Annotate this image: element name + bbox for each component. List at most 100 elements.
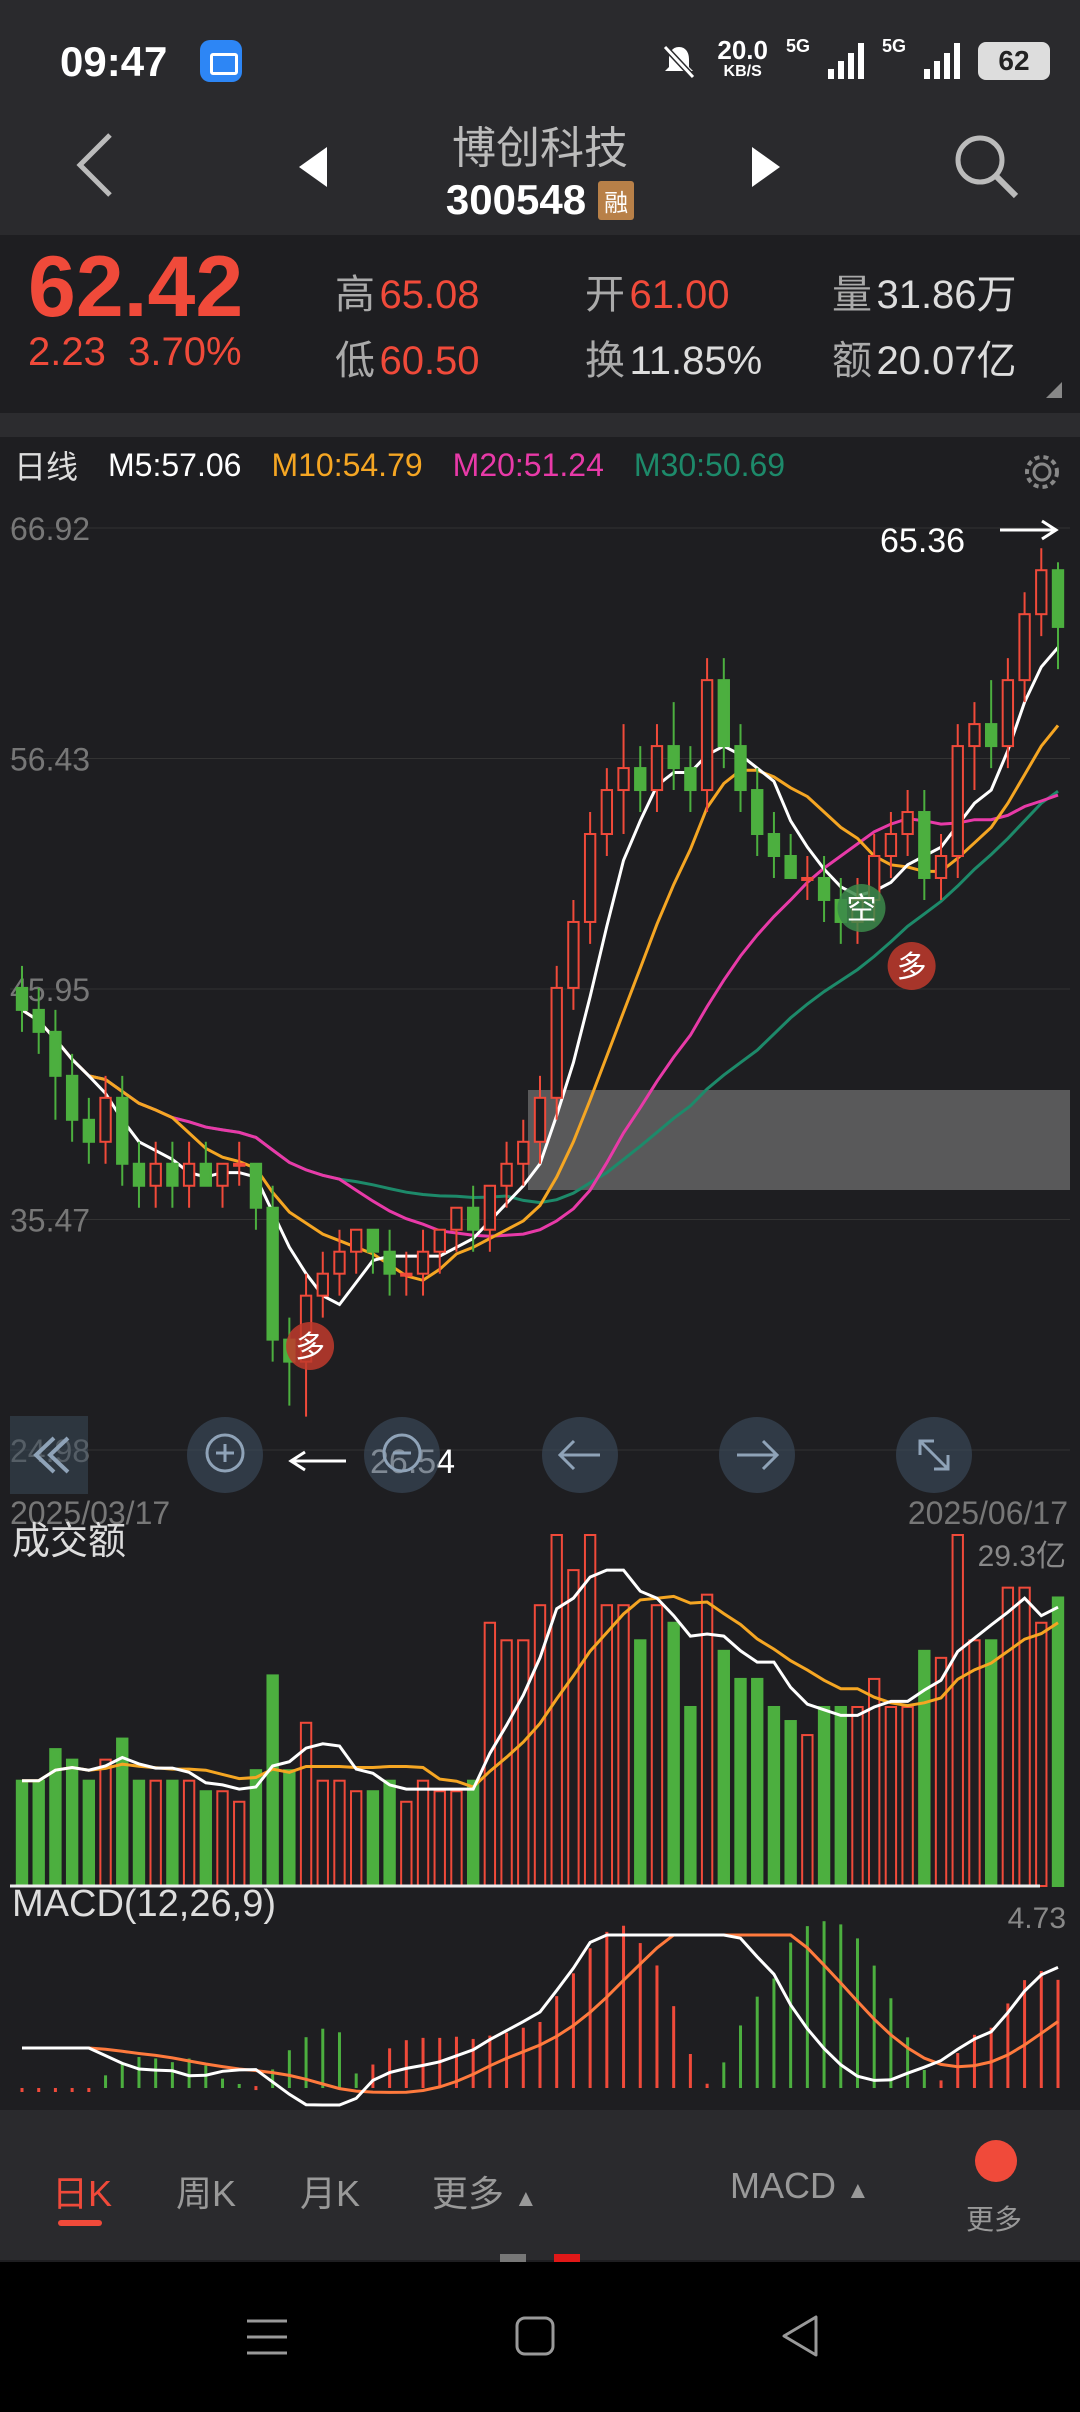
candle-body (650, 745, 664, 792)
candle-body (416, 1250, 430, 1275)
candle-body (249, 1162, 263, 1209)
tab-daily-k[interactable]: 日K (52, 2165, 112, 2217)
volume-bar (216, 1790, 229, 1887)
candle-body (801, 876, 814, 881)
ma-line-m10 (21, 724, 1060, 1282)
candle-body (483, 1184, 497, 1231)
macd-histogram-bar (87, 2088, 91, 2092)
volume-title: 成交额 (12, 1521, 126, 1563)
x-end-label: 2025/06/17 (908, 1495, 1068, 1531)
macd-histogram-bar (170, 2062, 174, 2088)
volume-bar (400, 1800, 413, 1888)
macd-histogram-bar (722, 2062, 726, 2088)
tab-monthly-k[interactable]: 月K (300, 2165, 360, 2217)
search-icon[interactable] (950, 130, 1022, 202)
volume-bar (1018, 1586, 1031, 1888)
volume-bar (634, 1639, 647, 1888)
bottom-tab-bar (0, 2110, 1080, 2260)
stock-name: 博创科技 (452, 124, 628, 173)
signal-text: 多 (897, 951, 927, 984)
macd-histogram-bar (705, 2083, 709, 2088)
macd-histogram-bar (772, 1978, 776, 2088)
tab-weekly-k[interactable]: 周K (176, 2165, 236, 2217)
candle-body (1035, 569, 1048, 616)
candle-body (199, 1162, 212, 1187)
volume-bar (884, 1705, 898, 1887)
candle-body (567, 920, 580, 989)
macd-histogram-bar (889, 1998, 893, 2088)
macd-histogram-bar (120, 2063, 124, 2088)
volume-bar (82, 1779, 96, 1887)
volume-bar (901, 1705, 914, 1887)
zoom-out-button[interactable] (364, 1417, 440, 1493)
volume-bar (968, 1639, 981, 1888)
candle-body (700, 679, 714, 792)
turnover-field: 换 11.85% (585, 339, 763, 383)
macd-histogram-bar (972, 2034, 976, 2088)
candle-body (884, 833, 898, 857)
volume-bar (149, 1779, 162, 1887)
volume-bar (550, 1534, 563, 1887)
candle-body (350, 1228, 363, 1253)
macd-histogram-bar (137, 2057, 141, 2088)
volume-bar (684, 1705, 697, 1887)
home-nav-icon[interactable] (514, 2315, 556, 2357)
volume-bar (350, 1790, 363, 1887)
macd-histogram-bar (187, 2058, 191, 2088)
candle-body (1051, 569, 1065, 628)
candle-body (182, 1162, 196, 1187)
volume-bar (734, 1677, 747, 1888)
macd-histogram-bar (321, 2028, 325, 2088)
candle-body (132, 1162, 146, 1187)
more-button[interactable]: 更多 (966, 2198, 1022, 2238)
mute-icon (663, 44, 696, 80)
macd-histogram-bar (571, 1973, 575, 2088)
kline-chart[interactable]: 66.9256.4345.9535.4724.98 多空多 65.3626.54… (0, 490, 1080, 2110)
high-field: 高 65.08 (335, 273, 480, 317)
candle-body (984, 723, 998, 748)
candle-body (466, 1206, 480, 1231)
candle-body (99, 1096, 112, 1143)
high-price-marker: 65.36 (880, 522, 965, 560)
macd-histogram-bar (755, 1996, 759, 2088)
macd-histogram-bar (922, 2070, 926, 2088)
candle-body (667, 745, 680, 770)
net-speed: 20.0 KB/S (717, 35, 768, 80)
ma5-label: M5:57.06 (108, 446, 242, 483)
expand-corner-icon[interactable] (1046, 382, 1062, 398)
candle-body (433, 1228, 446, 1253)
macd-histogram-bar (1006, 2003, 1010, 2088)
period-label[interactable]: 日线 (14, 442, 78, 488)
candle-body (149, 1162, 162, 1187)
macd-histogram-bar (404, 2040, 408, 2088)
macd-histogram-bar (1039, 1971, 1043, 2088)
settings-gear-icon[interactable] (1022, 452, 1062, 492)
volume-bar (600, 1604, 614, 1887)
volume-bar (834, 1705, 847, 1887)
volume-bar (650, 1604, 664, 1887)
tab-more[interactable]: 更多 ▲ (432, 2165, 538, 2217)
candle-body (450, 1206, 463, 1231)
macd-histogram-bar (53, 2088, 57, 2092)
more-dot-icon[interactable] (975, 2140, 1017, 2182)
macd-histogram-bar (421, 2037, 425, 2088)
macd-histogram-bar (337, 2032, 341, 2088)
next-stock-icon[interactable] (748, 145, 784, 189)
volume-bar (366, 1790, 380, 1887)
volume-bar (316, 1779, 329, 1887)
macd-histogram-bar (70, 2088, 74, 2092)
macd-histogram-bar (204, 2065, 208, 2088)
macd-histogram-bar (237, 2084, 241, 2088)
indicator-select[interactable]: MACD ▲ (730, 2165, 870, 2207)
volume-bar (567, 1569, 580, 1887)
back-nav-icon[interactable] (778, 2313, 822, 2359)
signal-icon-2 (924, 43, 960, 79)
candle-body (333, 1250, 346, 1275)
macd-histogram-bar (37, 2088, 41, 2092)
macd-histogram-bar (538, 2022, 542, 2088)
menu-nav-icon[interactable] (245, 2315, 289, 2359)
volume-bar (450, 1790, 463, 1887)
macd-title: MACD(12,26,9) (12, 1883, 276, 1925)
ma-legend: 日线 M5:57.06 M10:54.79 M20:51.24 M30:50.6… (0, 440, 1080, 490)
candle-body (383, 1250, 396, 1275)
